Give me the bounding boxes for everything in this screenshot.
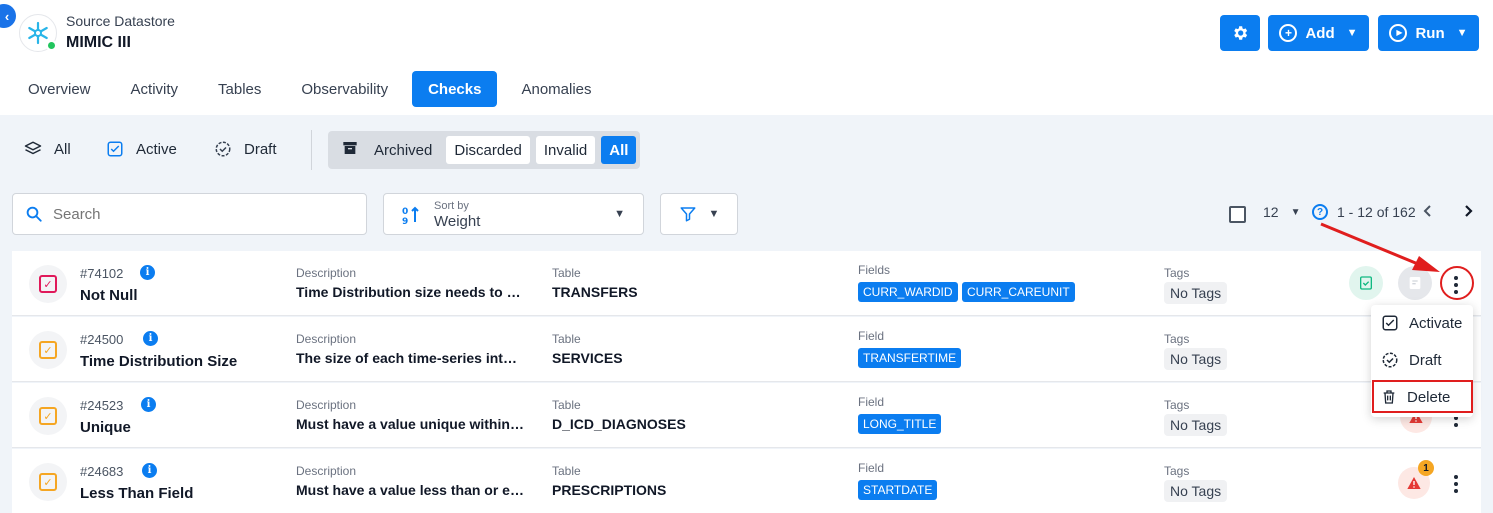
annotation-arrow	[1320, 222, 1440, 272]
